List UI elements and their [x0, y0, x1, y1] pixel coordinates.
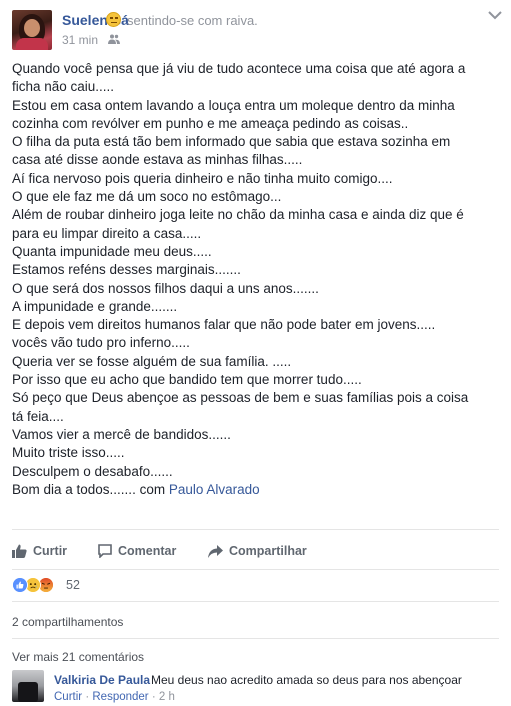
post-line: A impunidade e grande.......: [12, 298, 178, 314]
like-label: Curtir: [33, 544, 68, 558]
share-arrow-icon: [208, 544, 223, 558]
commenter-avatar[interactable]: [12, 670, 44, 702]
post-line: ficha não caiu.....: [12, 79, 115, 95]
post-line: cozinha com revólver em punho e me ameaç…: [12, 115, 409, 131]
divider: [12, 529, 499, 530]
post-last-line: Bom dia a todos....... com Paulo Alvarad…: [12, 481, 502, 499]
view-more-comments-link[interactable]: Ver mais 21 comentários: [12, 650, 144, 664]
post-line: Quanta impunidade meu deus.....: [12, 243, 212, 259]
comment-bubble-icon: [98, 544, 112, 558]
post-line: Muito triste isso.....: [12, 445, 125, 461]
post-line: Estamos reféns desses marginais.......: [12, 262, 241, 278]
post-line: Queria ver se fosse alguém de sua famíli…: [12, 353, 292, 369]
post-body: Quando você pensa que já viu de tudo aco…: [12, 60, 502, 499]
post-line: casa até disse aonde estava as minhas fi…: [12, 152, 303, 168]
post-line: E depois vem direitos humanos falar que …: [12, 317, 436, 333]
thumbs-up-icon: [12, 544, 27, 558]
post-line: O filha da puta está tão bem informado q…: [12, 134, 451, 150]
separator-dot: ·: [151, 691, 156, 703]
divider: [12, 638, 499, 639]
sad-face-emoji-icon: [106, 12, 121, 27]
like-reaction-icon[interactable]: [12, 577, 28, 593]
post-line: Desculpem o desabafo......: [12, 463, 173, 479]
commenter-name[interactable]: Valkiria De Paula: [54, 673, 150, 687]
divider: [12, 569, 499, 570]
author-avatar[interactable]: [12, 10, 52, 50]
post-line: vocês vão tudo pro inferno.....: [12, 335, 190, 351]
share-label: Compartilhar: [229, 544, 307, 558]
feeling-text: sentindo-se com raiva.: [127, 13, 258, 28]
post-line: tá feia....: [12, 408, 64, 424]
post-line: O que ele faz me dá um soco no estômago.…: [12, 189, 282, 205]
post-timestamp[interactable]: 31 min: [62, 33, 98, 47]
post-line: Quando você pensa que já viu de tudo aco…: [12, 61, 466, 76]
comment-text: Meu deus nao acredito amada so deus para…: [151, 673, 462, 687]
comment-actions: Curtir · Responder · 2 h: [54, 691, 175, 703]
comment-like-link[interactable]: Curtir: [54, 691, 82, 703]
post-line: Estou em casa ontem lavando a louça entr…: [12, 97, 455, 113]
comment-label: Comentar: [118, 544, 177, 558]
post-line: Só peço que Deus abençoe as pessoas de b…: [12, 390, 469, 406]
separator-dot: ·: [85, 691, 90, 703]
comment-button[interactable]: Comentar: [98, 541, 176, 561]
post-line-prefix: Bom dia a todos....... com: [12, 481, 169, 497]
reaction-count[interactable]: 52: [66, 578, 80, 592]
comment-reply-link[interactable]: Responder: [92, 691, 148, 703]
post-line: O que será dos nossos filhos daqui a uns…: [12, 280, 319, 296]
divider: [12, 601, 499, 602]
comment-timestamp[interactable]: 2 h: [159, 691, 175, 703]
like-button[interactable]: Curtir: [12, 541, 67, 561]
tagged-person-link[interactable]: Paulo Alvarado: [169, 482, 260, 497]
post-line: Além de roubar dinheiro joga leite no ch…: [12, 207, 464, 223]
friends-icon[interactable]: [108, 34, 120, 44]
shares-count-link[interactable]: 2 compartilhamentos: [12, 615, 123, 629]
share-button[interactable]: Compartilhar: [208, 541, 307, 561]
post-line: Aí fica nervoso pois queria dinheiro e n…: [12, 170, 393, 186]
post-line: Por isso que eu acho que bandido tem que…: [12, 372, 362, 388]
post-line: Vamos vier a mercê de bandidos......: [12, 426, 231, 442]
chevron-down-icon[interactable]: [488, 10, 502, 20]
post-line: para eu limpar direito a casa.....: [12, 225, 202, 241]
